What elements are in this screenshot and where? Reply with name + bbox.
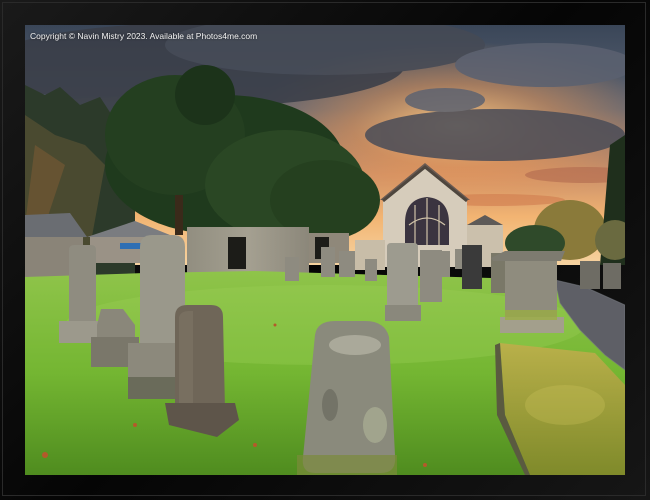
photo-print: Copyright © Navin Mistry 2023. Available… xyxy=(25,25,625,475)
copyright-watermark: Copyright © Navin Mistry 2023. Available… xyxy=(30,31,258,41)
picture-frame: Copyright © Navin Mistry 2023. Available… xyxy=(0,0,650,500)
gravestone-center xyxy=(385,243,421,321)
churchyard-scene xyxy=(25,25,625,475)
